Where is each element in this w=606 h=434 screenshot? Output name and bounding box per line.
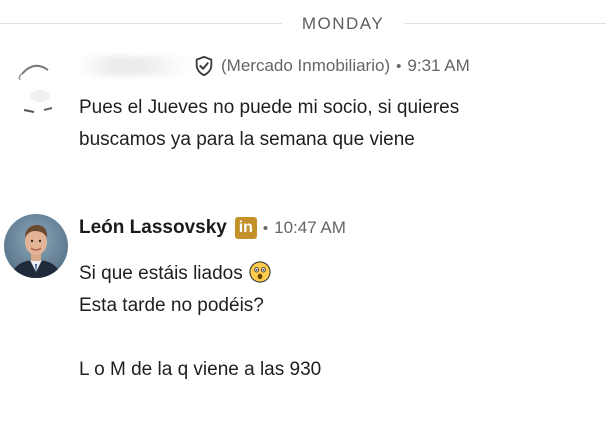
message-line-text: Si que estáis liados <box>79 263 243 284</box>
astonished-face-icon <box>249 261 271 283</box>
message-body: Si que estáis liados Esta tarde no podéi… <box>79 258 321 386</box>
divider-line-right <box>404 23 606 24</box>
message-line: buscamos ya para la semana que viene <box>79 129 415 150</box>
meta-separator: • <box>262 219 269 237</box>
message-line: L o M de la q viene a las 930 <box>79 359 322 380</box>
day-divider-label: MONDAY <box>301 14 385 33</box>
profile-photo <box>4 214 68 278</box>
meta-separator: • <box>396 57 402 75</box>
message-meta: (Mercado Inmobiliario) • 9:31 AM <box>79 52 470 80</box>
message-line: Esta tarde no podéis? <box>79 295 264 316</box>
message-body: Pues el Jueves no puede mi socio, si qui… <box>79 92 459 156</box>
day-divider: MONDAY <box>0 10 606 38</box>
redacted-sender-name[interactable] <box>79 56 189 76</box>
message-meta: León Lassovsky in • 10:47 AM <box>79 214 346 242</box>
message-time: 10:47 AM <box>274 218 346 237</box>
sender-name[interactable]: León Lassovsky <box>79 217 227 239</box>
linkedin-premium-icon: in <box>234 217 257 239</box>
message-time: 9:31 AM <box>407 56 470 75</box>
message-line: Si que estáis liados <box>79 258 321 290</box>
avatar[interactable] <box>4 214 68 278</box>
redacted-avatar-icon <box>4 52 68 116</box>
divider-line-left <box>0 23 282 24</box>
message-line: Pues el Jueves no puede mi socio, si qui… <box>79 97 460 118</box>
avatar[interactable] <box>4 52 68 116</box>
message-line-blank <box>79 322 321 354</box>
sender-company: (Mercado Inmobiliario) <box>221 56 391 75</box>
verified-shield-icon <box>193 55 215 77</box>
